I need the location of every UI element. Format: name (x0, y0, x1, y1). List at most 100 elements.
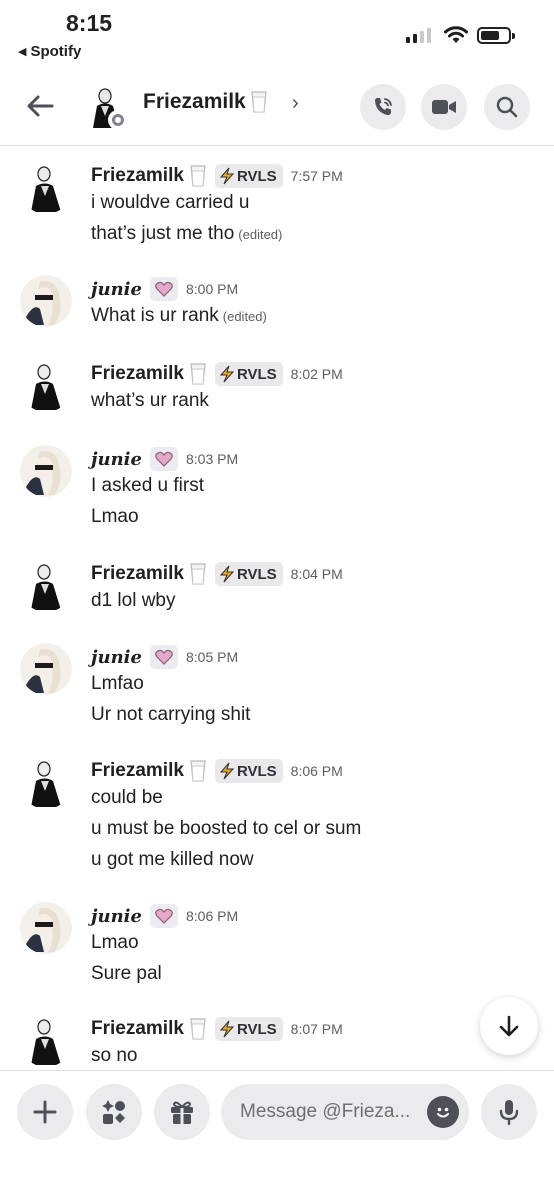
message-timestamp: 8:06 PM (290, 763, 343, 779)
message-header: Friezamilk RVLS 8:02 PM (91, 360, 343, 388)
message-header: Friezamilk RVLS 8:06 PM (91, 757, 343, 785)
author-name[interactable]: Friezamilk (91, 165, 184, 187)
edited-label: (edited) (238, 227, 283, 242)
milk-glass-icon (190, 165, 206, 187)
search-button[interactable] (484, 84, 530, 130)
message-text[interactable]: that’s just me tho (edited) (91, 223, 282, 245)
message-text[interactable]: Sure pal (91, 963, 162, 985)
avatar[interactable] (20, 162, 72, 214)
wifi-icon (444, 26, 468, 43)
message-header: Friezamilk RVLS 8:04 PM (91, 560, 343, 588)
avatar[interactable] (20, 275, 72, 327)
emoji-button[interactable] (427, 1096, 459, 1128)
message-text[interactable]: d1 lol wby (91, 590, 176, 612)
phone-call-icon (375, 98, 392, 116)
message-text[interactable]: Lmfao (91, 673, 144, 695)
heart-badge[interactable] (149, 447, 178, 471)
heart-icon (155, 281, 173, 297)
gift-icon (171, 1101, 193, 1124)
milk-glass-icon (190, 563, 206, 585)
message-text[interactable]: what’s ur rank (91, 390, 209, 412)
clan-tag[interactable]: RVLS (214, 1017, 283, 1041)
message-header: junie 8:00 PM (91, 275, 238, 303)
message-header: junie 8:03 PM (91, 445, 238, 473)
message-text[interactable]: so no (91, 1045, 137, 1067)
attach-button[interactable] (17, 1084, 73, 1140)
message-text[interactable]: I asked u first (91, 475, 204, 497)
clan-tag[interactable]: RVLS (214, 562, 283, 586)
message-text[interactable]: i wouldve carried u (91, 192, 249, 214)
message-header: junie 8:05 PM (91, 643, 238, 671)
message-header: Friezamilk RVLS 7:57 PM (91, 162, 343, 190)
message-header: Friezamilk RVLS 8:07 PM (91, 1015, 343, 1043)
author-name[interactable]: junie (91, 279, 142, 300)
battery-icon (477, 27, 515, 44)
jump-to-present-button[interactable] (480, 997, 538, 1055)
author-name[interactable]: junie (91, 449, 142, 470)
lightning-bolt-icon (219, 565, 235, 583)
emoji-icon (437, 1107, 449, 1118)
cellular-icon (406, 28, 431, 43)
message-timestamp: 7:57 PM (290, 168, 343, 184)
clan-tag[interactable]: RVLS (214, 759, 283, 783)
gift-button[interactable] (154, 1084, 210, 1140)
chevron-right-icon[interactable]: › (292, 92, 299, 115)
heart-icon (155, 451, 173, 467)
microphone-icon (499, 1100, 519, 1126)
phone-call-button[interactable] (360, 84, 406, 130)
lightning-bolt-icon (219, 1020, 235, 1038)
message-timestamp: 8:04 PM (290, 566, 343, 582)
author-name[interactable]: Friezamilk (91, 363, 184, 385)
heart-icon (155, 649, 173, 665)
back-triangle-icon: ◀ (18, 46, 27, 58)
heart-icon (155, 908, 173, 924)
author-name[interactable]: Friezamilk (91, 1018, 184, 1040)
avatar[interactable] (20, 560, 72, 612)
message-text[interactable]: Ur not carrying shit (91, 704, 250, 726)
message-text[interactable]: Lmao (91, 506, 139, 528)
author-name[interactable]: junie (91, 647, 142, 668)
clan-tag-label: RVLS (236, 565, 277, 583)
arrow-down-icon (499, 1015, 519, 1037)
avatar[interactable] (20, 902, 72, 954)
dm-title[interactable]: Friezamilk (143, 90, 268, 114)
back-arrow-icon[interactable] (22, 88, 58, 124)
clan-tag[interactable]: RVLS (214, 362, 283, 386)
avatar[interactable] (20, 757, 72, 809)
avatar[interactable] (20, 643, 72, 695)
message-text[interactable]: What is ur rank (edited) (91, 305, 267, 327)
video-call-button[interactable] (421, 84, 467, 130)
author-name[interactable]: Friezamilk (91, 563, 184, 585)
message-text[interactable]: Lmao (91, 932, 139, 954)
search-icon (496, 96, 518, 118)
avatar[interactable] (20, 360, 72, 412)
lightning-bolt-icon (219, 167, 235, 185)
clan-tag-label: RVLS (236, 1020, 277, 1038)
video-call-icon (432, 100, 456, 114)
apps-button[interactable] (86, 1084, 142, 1140)
voice-message-button[interactable] (481, 1084, 537, 1140)
milk-glass-icon (190, 760, 206, 782)
message-text[interactable]: u got me killed now (91, 849, 254, 871)
message-timestamp: 8:07 PM (290, 1021, 343, 1037)
message-text[interactable]: u must be boosted to cel or sum (91, 818, 361, 840)
avatar[interactable] (20, 445, 72, 497)
message-timestamp: 8:05 PM (185, 649, 239, 665)
message-input[interactable]: Message @Frieza... (221, 1084, 469, 1140)
heart-badge[interactable] (149, 645, 178, 669)
author-name[interactable]: Friezamilk (91, 760, 184, 782)
back-to-app-link[interactable]: ◀ Spotify (18, 43, 81, 60)
author-name[interactable]: junie (91, 906, 142, 927)
milk-glass-icon (190, 1018, 206, 1040)
heart-badge[interactable] (149, 904, 178, 928)
clan-tag[interactable]: RVLS (214, 164, 283, 188)
milk-glass-icon (190, 363, 206, 385)
avatar[interactable] (20, 1015, 72, 1067)
status-bar: 8:15 ◀ Spotify (0, 0, 554, 70)
heart-badge[interactable] (149, 277, 178, 301)
message-list[interactable]: Friezamilk RVLS 7:57 PM i wouldve carrie… (0, 147, 554, 1070)
message-composer: Message @Frieza... (0, 1070, 554, 1199)
message-text[interactable]: could be (91, 787, 163, 809)
status-time: 8:15 (66, 10, 113, 36)
lightning-bolt-icon (219, 762, 235, 780)
